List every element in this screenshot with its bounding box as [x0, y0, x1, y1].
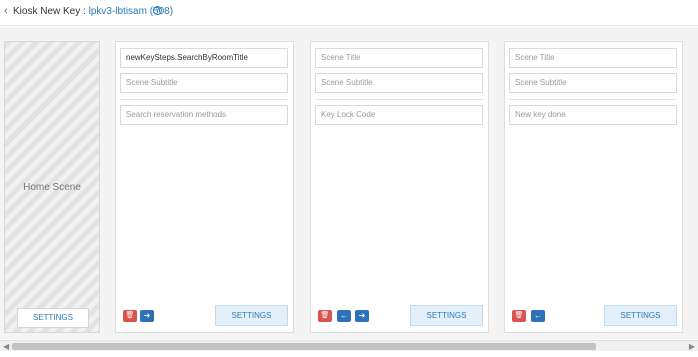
scroll-left-icon[interactable]: ◀ — [3, 341, 9, 352]
trash-icon: 🗑 — [125, 312, 135, 319]
scene-subtitle-input[interactable]: Scene Subtitle — [315, 73, 483, 93]
move-right-button[interactable]: ➜ — [355, 310, 369, 322]
scene-settings-button[interactable]: SETTINGS — [410, 305, 483, 326]
horizontal-scrollbar[interactable]: ◀ ▶ — [0, 340, 698, 351]
divider — [509, 99, 677, 100]
arrow-left-icon: ← — [534, 311, 542, 320]
scene-title-input[interactable]: Scene Title — [509, 48, 677, 68]
arrow-right-icon: ➜ — [358, 311, 366, 320]
scene-card-1: newKeySteps.SearchByRoomTitle Scene Subt… — [115, 41, 294, 333]
scroll-right-icon[interactable]: ▶ — [689, 341, 695, 352]
delete-scene-button[interactable]: 🗑 — [512, 310, 526, 322]
delete-scene-button[interactable]: 🗑 — [318, 310, 332, 322]
title-prefix: Kiosk New Key : — [13, 6, 89, 17]
scene-subtitle-input[interactable]: Scene Subtitle — [120, 73, 288, 93]
scene-card-2: Scene Title Scene Subtitle Key Lock Code… — [310, 41, 489, 333]
scrollbar-thumb[interactable] — [12, 343, 596, 350]
home-scene-label: Home Scene — [23, 182, 81, 193]
scene-settings-button[interactable]: SETTINGS — [604, 305, 677, 326]
move-right-button[interactable]: ➜ — [140, 310, 154, 322]
scene-content-input[interactable]: Key Lock Code — [315, 105, 483, 125]
page-title: Kiosk New Key : lpkv3-lbtisam (508) — [13, 6, 173, 17]
scene-title-input[interactable]: newKeySteps.SearchByRoomTitle — [120, 48, 288, 68]
scene-content-input[interactable]: Search reservation methods — [120, 105, 288, 125]
scene-subtitle-input[interactable]: Scene Subtitle — [509, 73, 677, 93]
delete-scene-button[interactable]: 🗑 — [123, 310, 137, 322]
divider — [315, 99, 483, 100]
move-left-button[interactable]: ← — [337, 310, 351, 322]
home-settings-button[interactable]: SETTINGS — [17, 308, 89, 328]
arrow-left-icon: ← — [340, 311, 348, 320]
chevron-left-icon[interactable]: ‹ — [4, 5, 8, 17]
home-scene-card: Home Scene SETTINGS — [4, 41, 100, 333]
scene-content-input[interactable]: New key done — [509, 105, 677, 125]
page-header: ‹ Kiosk New Key : lpkv3-lbtisam (508) ? — [0, 0, 698, 26]
move-left-button[interactable]: ← — [531, 310, 545, 322]
scene-card-3: Scene Title Scene Subtitle New key done … — [504, 41, 683, 333]
help-circle-icon[interactable]: ? — [153, 6, 162, 15]
scene-title-input[interactable]: Scene Title — [315, 48, 483, 68]
arrow-right-icon: ➜ — [143, 311, 151, 320]
trash-icon: 🗑 — [514, 312, 524, 319]
divider — [120, 99, 288, 100]
trash-icon: 🗑 — [320, 312, 330, 319]
scene-settings-button[interactable]: SETTINGS — [215, 305, 288, 326]
